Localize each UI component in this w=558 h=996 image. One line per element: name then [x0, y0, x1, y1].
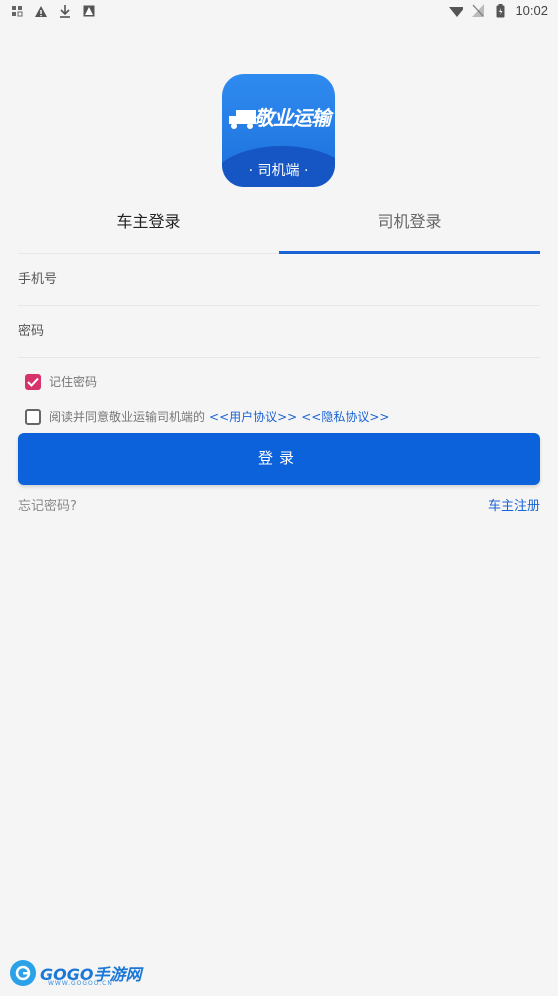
signal-icon: [471, 4, 485, 18]
logo-title: 敬业运输: [254, 106, 331, 130]
battery-icon: [493, 3, 507, 18]
agree-text: 阅读并同意敬业运输司机端的: [49, 410, 206, 424]
login-screen: 10:02 敬业运输 · 司机端 · 车主登录 司机登录 记住密码: [0, 0, 558, 996]
agreement-row: 阅读并同意敬业运输司机端的 <<用户协议>> <<隐私协议>>: [25, 408, 389, 425]
tab-driver-login[interactable]: 司机登录: [279, 200, 540, 254]
tab-owner-login[interactable]: 车主登录: [18, 200, 279, 254]
privacy-agreement-link[interactable]: <<隐私协议>>: [301, 408, 389, 425]
wifi-icon: [449, 4, 464, 18]
notification-icon: [10, 4, 24, 18]
phone-input[interactable]: [18, 254, 540, 305]
app-icon: [82, 4, 96, 18]
phone-field-wrap: [18, 254, 540, 306]
watermark-url: WWW.GOGOO.CN: [48, 980, 113, 987]
remember-row: 记住密码: [25, 373, 97, 390]
owner-register-link[interactable]: 车主注册: [488, 495, 540, 514]
agree-checkbox[interactable]: [25, 408, 41, 425]
status-time: 10:02: [515, 3, 548, 18]
password-field-wrap: [18, 306, 540, 358]
login-tabs: 车主登录 司机登录: [18, 200, 540, 254]
remember-label: 记住密码: [49, 375, 98, 389]
status-left: [10, 4, 96, 18]
app-logo: 敬业运输 · 司机端 ·: [222, 74, 335, 187]
download-icon: [58, 4, 72, 18]
user-agreement-link[interactable]: <<用户协议>>: [209, 408, 297, 425]
logo-subtitle: · 司机端 ·: [248, 163, 309, 179]
status-bar: 10:02: [0, 0, 558, 26]
watermark: GOGO手游网 WWW.GOGOO.CN: [10, 960, 141, 987]
login-button[interactable]: 登录: [18, 433, 540, 485]
watermark-logo-icon: [10, 960, 36, 986]
check-icon: [27, 377, 39, 387]
warning-icon: [34, 4, 48, 18]
forgot-password-link[interactable]: 忘记密码?: [18, 495, 77, 514]
status-right: 10:02: [449, 3, 548, 18]
remember-checkbox[interactable]: [25, 373, 41, 390]
password-input[interactable]: [18, 306, 540, 357]
